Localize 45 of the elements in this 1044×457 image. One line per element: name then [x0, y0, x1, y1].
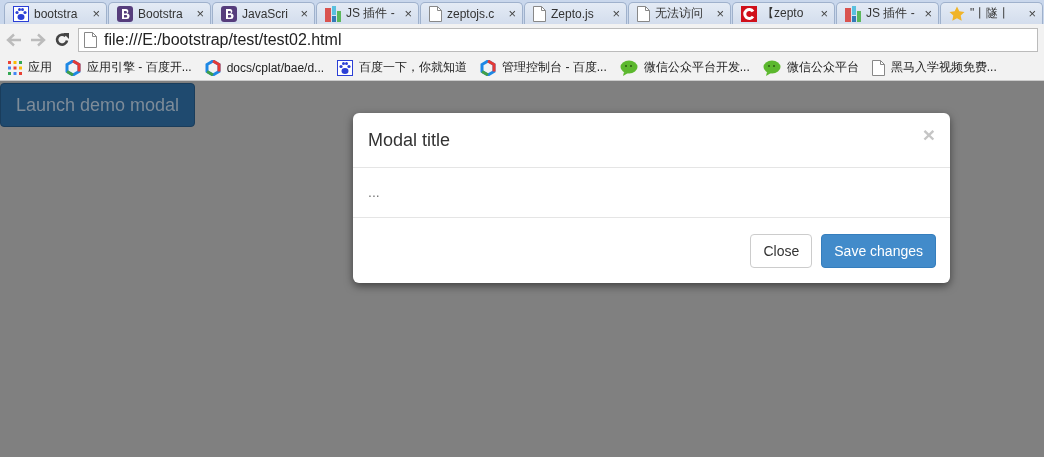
bookmark[interactable]: 管理控制台 - 百度...	[480, 59, 607, 76]
page-icon	[429, 5, 442, 22]
page-icon	[871, 59, 885, 76]
b-logo-icon	[221, 5, 237, 22]
hexagon-logo-icon	[65, 59, 81, 76]
b-logo-icon	[117, 5, 133, 22]
modal-title: Modal title	[368, 129, 451, 151]
bookmark[interactable]: docs/cplat/bae/d...	[204, 59, 325, 76]
browser-tab[interactable]: Zepto.js ×	[524, 2, 627, 24]
paw-icon	[13, 5, 29, 22]
browser-tab[interactable]: Bootstra ×	[108, 2, 211, 24]
browser-tab[interactable]: JavaScri ×	[212, 2, 315, 24]
bars-logo-icon	[845, 5, 861, 22]
apps-grid-icon	[8, 60, 22, 75]
paw-icon	[337, 59, 354, 76]
reload-icon[interactable]	[54, 31, 70, 48]
save-changes-button[interactable]: Save changes	[821, 233, 936, 268]
browser-tab[interactable]: zeptojs.c ×	[420, 2, 523, 24]
chat-bubble-icon	[762, 59, 781, 76]
page-icon	[533, 5, 546, 22]
bars-logo-icon	[325, 5, 341, 22]
address-bar[interactable]: file:///E:/bootstrap/test/test02.html	[78, 27, 1038, 52]
browser-tab[interactable]: JS 插件 - ×	[836, 2, 939, 24]
c-logo-icon	[741, 5, 757, 22]
forward-arrow-icon[interactable]	[30, 32, 46, 47]
star-icon	[949, 5, 965, 22]
browser-tab[interactable]: bootstra ×	[4, 2, 107, 24]
hexagon-logo-icon	[204, 59, 221, 76]
modal-body-text: ...	[368, 184, 380, 200]
chat-bubble-icon	[619, 59, 638, 76]
browser-tab[interactable]: JS 插件 - ×	[316, 2, 419, 24]
bookmark[interactable]: 微信公众平台	[762, 59, 859, 76]
bookmark[interactable]: 应用引擎 - 百度开...	[65, 59, 192, 76]
page-icon	[84, 31, 97, 48]
close-dialog-button[interactable]: Close	[750, 233, 813, 268]
bookmark[interactable]: 应用	[8, 59, 52, 76]
browser-tab[interactable]: "丨隧丨 ×	[940, 2, 1043, 24]
back-arrow-icon[interactable]	[6, 32, 22, 47]
browser-tab[interactable]: 【zepto ×	[732, 2, 835, 24]
browser-tab[interactable]: 无法访问 ×	[628, 2, 731, 24]
bookmark[interactable]: 百度一下，你就知道	[337, 59, 468, 76]
hexagon-logo-icon	[480, 59, 497, 76]
bookmark[interactable]: 微信公众平台开发...	[619, 59, 750, 76]
page-icon	[637, 5, 650, 22]
bookmark[interactable]: 黑马入学视频免费...	[871, 59, 997, 76]
